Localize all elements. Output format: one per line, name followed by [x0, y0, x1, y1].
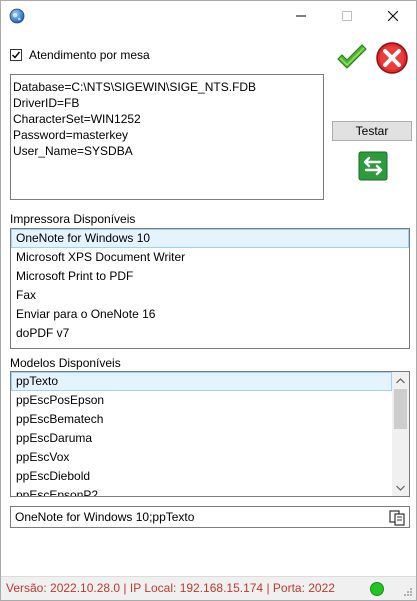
confirm-button[interactable] — [334, 41, 370, 75]
list-item[interactable]: ppEscDiebold — [11, 467, 392, 486]
minimize-icon — [296, 15, 306, 17]
chevron-up-icon — [396, 377, 405, 383]
scroll-thumb[interactable] — [394, 389, 407, 429]
app-window: Atendimento por mesa Database=C:\NTS\SIG… — [0, 0, 417, 601]
list-item[interactable]: ppEscEpsonP2 — [11, 486, 392, 496]
close-button[interactable] — [370, 1, 416, 31]
list-item[interactable]: Microsoft XPS Document Writer — [11, 248, 409, 267]
minimize-button[interactable] — [278, 1, 324, 31]
checkmark-icon — [12, 51, 21, 59]
connection-string-textarea[interactable]: Database=C:\NTS\SIGEWIN\SIGE_NTS.FDB Dri… — [10, 74, 324, 200]
list-item[interactable]: OneNote for Windows 10 — [11, 229, 409, 248]
globe-icon — [9, 8, 25, 24]
printers-list[interactable]: OneNote for Windows 10 Microsoft XPS Doc… — [10, 228, 410, 349]
list-item[interactable]: ppEscPosEpson — [11, 391, 392, 410]
atendimento-checkbox[interactable]: Atendimento por mesa — [10, 48, 150, 62]
vertical-scrollbar[interactable] — [392, 372, 409, 496]
scroll-down-button[interactable] — [392, 479, 409, 496]
list-item[interactable]: ppEscVox — [11, 448, 392, 467]
list-item[interactable]: Fax — [11, 286, 409, 305]
atendimento-label: Atendimento por mesa — [29, 48, 150, 62]
list-item[interactable]: doPDF v7 — [11, 324, 409, 343]
connection-line: DriverID=FB — [13, 96, 80, 110]
connection-line: User_Name=SYSDBA — [13, 144, 133, 158]
status-text: Versão: 2022.10.28.0 | IP Local: 192.168… — [6, 581, 335, 595]
list-item[interactable]: ppTexto — [11, 372, 392, 391]
list-item[interactable]: ppEscDaruma — [11, 429, 392, 448]
printers-label: Impressora Disponíveis — [10, 212, 136, 226]
maximize-button[interactable] — [324, 1, 370, 31]
selection-result-text: OneNote for Windows 10;ppTexto — [15, 510, 195, 524]
connection-line: CharacterSet=WIN1252 — [13, 112, 141, 126]
resize-grip-icon[interactable] — [403, 587, 413, 597]
cancel-button[interactable] — [374, 41, 410, 75]
title-bar — [1, 1, 416, 31]
scroll-up-button[interactable] — [392, 372, 409, 389]
check-icon — [337, 44, 367, 69]
cancel-icon — [376, 42, 408, 74]
models-label: Modelos Disponíveis — [10, 356, 121, 370]
maximize-icon — [342, 11, 352, 21]
list-item[interactable]: Microsoft Print to PDF — [11, 267, 409, 286]
main-panel: Atendimento por mesa Database=C:\NTS\SIG… — [1, 31, 416, 576]
connection-line: Database=C:\NTS\SIGEWIN\SIGE_NTS.FDB — [13, 80, 257, 94]
list-item[interactable]: ppEscBematech — [11, 410, 392, 429]
models-list[interactable]: ppTexto ppEscPosEpson ppEscBematech ppEs… — [10, 371, 410, 497]
connection-status-led — [370, 582, 384, 596]
checkbox-box[interactable] — [10, 49, 22, 61]
status-bar: Versão: 2022.10.28.0 | IP Local: 192.168… — [1, 576, 416, 600]
connection-line: Password=masterkey — [13, 128, 129, 142]
chevron-down-icon — [396, 485, 405, 491]
swap-arrows-icon — [358, 151, 388, 181]
list-item[interactable]: Enviar para o OneNote 16 — [11, 305, 409, 324]
selection-result-field[interactable]: OneNote for Windows 10;ppTexto — [10, 506, 410, 528]
close-icon — [388, 11, 398, 21]
copy-icon[interactable] — [388, 509, 406, 527]
testar-button[interactable]: Testar — [332, 121, 412, 141]
swap-button[interactable] — [358, 151, 388, 181]
